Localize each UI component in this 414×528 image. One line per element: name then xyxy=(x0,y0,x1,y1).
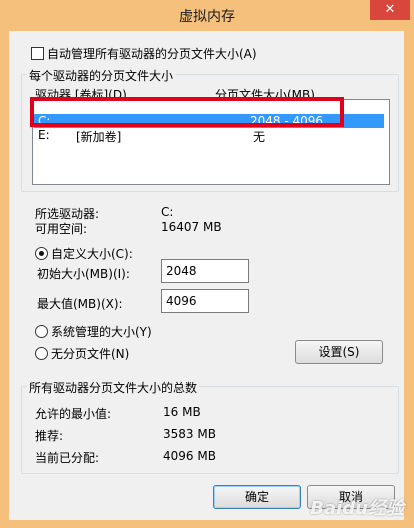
dialog-client-area: 自动管理所有驱动器的分页文件大小(A) 每个驱动器的分页文件大小 驱动器 [卷标… xyxy=(9,31,404,520)
min-allowed-value: 16 MB xyxy=(163,405,201,419)
initial-size-label: 初始大小(MB)(I): xyxy=(37,267,130,281)
allocated-label: 当前已分配: xyxy=(35,451,100,465)
no-paging-radio[interactable] xyxy=(35,347,48,360)
custom-size-radio[interactable] xyxy=(35,247,48,260)
totals-group-legend: 所有驱动器分页文件大小的总数 xyxy=(27,379,200,396)
auto-manage-label[interactable]: 自动管理所有驱动器的分页文件大小(A) xyxy=(47,45,257,62)
drive-size: 无 xyxy=(253,130,266,144)
title-bar[interactable]: 虚拟内存 ✕ xyxy=(0,0,414,30)
virtual-memory-window: 虚拟内存 ✕ 自动管理所有驱动器的分页文件大小(A) 每个驱动器的分页文件大小 … xyxy=(0,0,414,528)
set-button[interactable]: 设置(S) xyxy=(295,340,383,364)
custom-size-label[interactable]: 自定义大小(C): xyxy=(51,245,133,262)
system-managed-label[interactable]: 系统管理的大小(Y) xyxy=(51,323,152,340)
close-button[interactable]: ✕ xyxy=(370,0,410,20)
auto-manage-checkbox[interactable] xyxy=(31,47,44,60)
selected-drive-value: C: xyxy=(161,205,174,219)
system-managed-radio[interactable] xyxy=(35,325,48,338)
initial-size-input[interactable]: 2048 xyxy=(161,259,249,283)
allocated-value: 4096 MB xyxy=(163,449,216,463)
ok-button[interactable]: 确定 xyxy=(213,485,301,509)
recommended-value: 3583 MB xyxy=(163,427,216,441)
drives-group-legend: 每个驱动器的分页文件大小 xyxy=(27,67,176,84)
recommended-label: 推荐: xyxy=(35,429,64,443)
baidu-watermark: Baidu经验 xyxy=(310,498,404,519)
free-space-value: 16407 MB xyxy=(161,220,222,234)
no-paging-label[interactable]: 无分页文件(N) xyxy=(51,345,129,362)
max-size-label: 最大值(MB)(X): xyxy=(37,297,123,311)
window-title: 虚拟内存 xyxy=(179,9,235,25)
min-allowed-label: 允许的最小值: xyxy=(35,407,112,421)
free-space-label: 可用空间: xyxy=(35,222,88,236)
highlight-annotation-box xyxy=(30,97,344,127)
drive-letter: E: xyxy=(38,128,50,142)
drive-label: [新加卷] xyxy=(76,130,122,144)
max-size-input[interactable]: 4096 xyxy=(161,289,249,313)
